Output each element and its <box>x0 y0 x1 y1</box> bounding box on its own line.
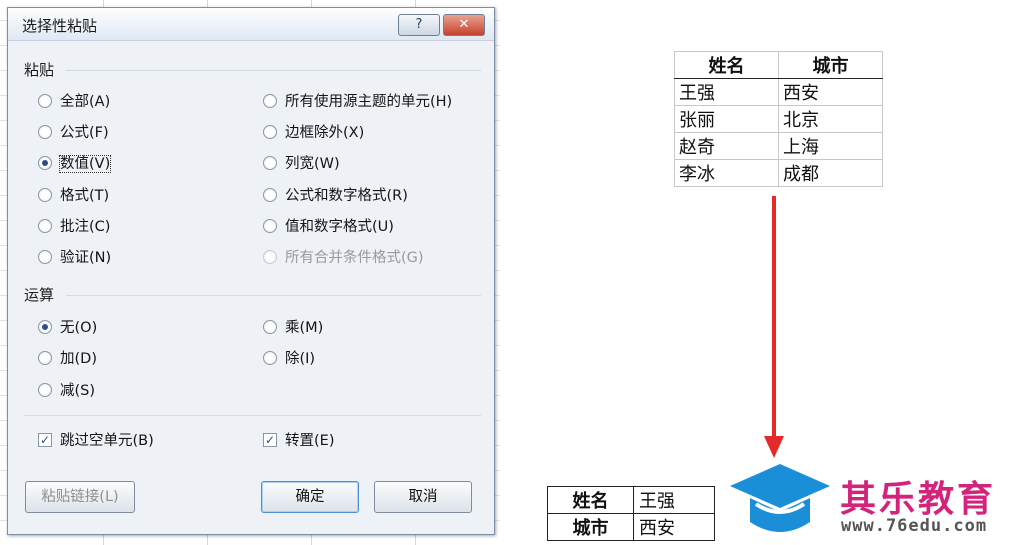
table-row: 王强 西安 <box>674 78 883 106</box>
table-header-row: 姓名 城市 <box>674 51 883 79</box>
paste-option-values-number-formats[interactable]: 值和数字格式(U) <box>263 217 394 237</box>
logo-url: www.76edu.com <box>841 516 988 536</box>
radio-icon <box>38 250 52 264</box>
table-row: 赵奇 上海 <box>674 132 883 160</box>
radio-icon <box>38 188 52 202</box>
operation-option-none[interactable]: 无(O) <box>38 318 97 338</box>
arrow-line <box>772 196 776 440</box>
radio-icon <box>263 156 277 170</box>
section-divider <box>66 295 481 296</box>
paste-option-column-widths[interactable]: 列宽(W) <box>263 154 340 174</box>
skip-blanks-checkbox[interactable]: ✓ 跳过空单元(B) <box>38 431 154 451</box>
transpose-checkbox[interactable]: ✓ 转置(E) <box>263 431 334 451</box>
dialog-titlebar: 选择性粘贴 ? ✕ <box>8 8 494 41</box>
table-cell: 上海 <box>778 132 883 160</box>
operation-section-label: 运算 <box>24 286 55 304</box>
operation-option-add[interactable]: 加(D) <box>38 349 97 369</box>
ok-button[interactable]: 确定 <box>261 481 359 513</box>
table-cell: 成都 <box>778 159 883 187</box>
table-cell: 北京 <box>778 105 883 133</box>
dialog-title: 选择性粘贴 <box>22 17 98 35</box>
result-table: 姓名 王强 城市 西安 <box>547 486 715 541</box>
paste-option-source-theme[interactable]: 所有使用源主题的单元(H) <box>263 92 452 112</box>
radio-icon <box>263 125 277 139</box>
checkmark-icon: ✓ <box>38 433 52 447</box>
table-cell: 张丽 <box>674 105 779 133</box>
table-cell: 城市 <box>547 513 634 541</box>
table-cell: 李冰 <box>674 159 779 187</box>
close-button[interactable]: ✕ <box>443 14 485 36</box>
paste-special-dialog: 选择性粘贴 ? ✕ 粘贴 全部(A) 公式(F) 数值(V) 格式(T) 批注(… <box>7 7 495 535</box>
operation-option-divide[interactable]: 除(I) <box>263 349 315 369</box>
paste-option-formulas[interactable]: 公式(F) <box>38 123 109 143</box>
header-cell: 姓名 <box>674 51 779 79</box>
paste-option-values[interactable]: 数值(V) <box>38 154 112 174</box>
arrow-down-icon <box>764 436 784 458</box>
radio-icon <box>38 219 52 233</box>
operation-option-subtract[interactable]: 减(S) <box>38 381 95 401</box>
table-row: 城市 西安 <box>547 513 715 541</box>
header-cell: 城市 <box>778 51 883 79</box>
paste-option-merge-conditional-formats: 所有合并条件格式(G) <box>263 248 424 268</box>
radio-icon <box>38 125 52 139</box>
operation-option-multiply[interactable]: 乘(M) <box>263 318 323 338</box>
paste-option-formulas-number-formats[interactable]: 公式和数字格式(R) <box>263 186 408 206</box>
radio-icon <box>263 351 277 365</box>
table-cell: 赵奇 <box>674 132 779 160</box>
radio-icon <box>263 219 277 233</box>
table-cell: 西安 <box>633 513 715 541</box>
table-row: 姓名 王强 <box>547 486 715 514</box>
section-divider <box>66 70 481 71</box>
paste-option-validation[interactable]: 验证(N) <box>38 248 111 268</box>
radio-icon <box>263 250 277 264</box>
logo-name: 其乐教育 <box>840 479 997 520</box>
radio-icon <box>263 320 277 334</box>
graduation-cap-icon <box>730 464 830 532</box>
radio-selected-icon <box>38 320 52 334</box>
radio-icon <box>38 383 52 397</box>
paste-section-label: 粘贴 <box>24 61 55 79</box>
radio-icon <box>263 188 277 202</box>
help-button[interactable]: ? <box>398 14 440 36</box>
radio-icon <box>263 94 277 108</box>
table-row: 张丽 北京 <box>674 105 883 133</box>
radio-icon <box>38 94 52 108</box>
paste-option-all[interactable]: 全部(A) <box>38 92 110 112</box>
table-cell: 王强 <box>674 78 779 106</box>
radio-selected-icon <box>38 156 52 170</box>
radio-icon <box>38 351 52 365</box>
paste-option-except-borders[interactable]: 边框除外(X) <box>263 123 364 143</box>
checkmark-icon: ✓ <box>263 433 277 447</box>
table-cell: 姓名 <box>547 486 634 514</box>
paste-option-formats[interactable]: 格式(T) <box>38 186 109 206</box>
table-cell: 王强 <box>633 486 715 514</box>
source-table: 姓名 城市 王强 西安 张丽 北京 赵奇 上海 李冰 成都 <box>674 51 883 187</box>
paste-option-comments[interactable]: 批注(C) <box>38 217 110 237</box>
table-row: 李冰 成都 <box>674 159 883 187</box>
paste-link-button[interactable]: 粘贴链接(L) <box>25 481 135 513</box>
cancel-button[interactable]: 取消 <box>374 481 472 513</box>
table-cell: 西安 <box>778 78 883 106</box>
section-divider <box>24 415 481 416</box>
